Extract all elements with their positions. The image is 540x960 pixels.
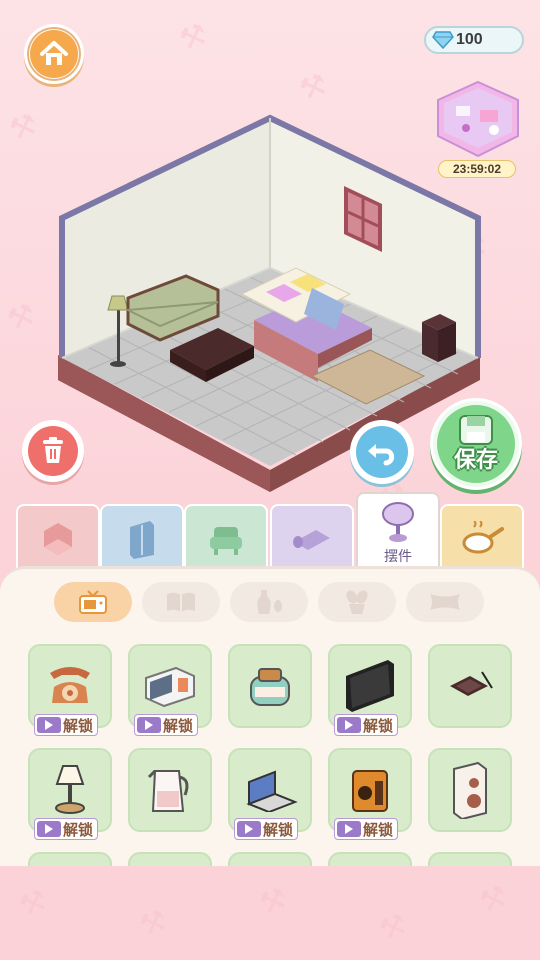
tab-decor-label: 摆件	[384, 548, 412, 564]
unlock-label: 解锁	[163, 717, 194, 735]
unlock-badge[interactable]: 解锁	[34, 818, 99, 840]
delete-button[interactable]	[22, 420, 84, 482]
unlock-label: 解锁	[363, 821, 394, 839]
tab-decor[interactable]: 摆件	[356, 492, 440, 574]
subtab-vases[interactable]	[230, 582, 308, 622]
nightstand	[422, 314, 456, 362]
gem-counter[interactable]: 100	[424, 26, 524, 54]
undo-arrow-icon	[368, 444, 395, 466]
undo-button[interactable]	[350, 420, 414, 484]
video-play-icon	[137, 717, 161, 733]
save-label: 保存	[453, 447, 498, 472]
book-icon	[167, 592, 195, 612]
tab-room-shape[interactable]	[16, 504, 100, 574]
armchair-icon	[210, 527, 242, 555]
plant-icon	[346, 590, 368, 614]
unlock-badge[interactable]: 解锁	[134, 714, 199, 736]
subtab-plants[interactable]	[318, 582, 396, 622]
video-play-icon	[337, 821, 361, 837]
unlock-label: 解锁	[263, 821, 294, 839]
tab-kitchen[interactable]	[440, 504, 524, 574]
vase-icon	[257, 590, 282, 614]
save-button[interactable]: 保存	[430, 398, 522, 490]
laptop-icon	[246, 770, 298, 812]
video-play-icon	[337, 717, 361, 733]
tablet-icon	[450, 671, 493, 696]
home-button[interactable]	[24, 24, 84, 84]
unlock-label: 解锁	[363, 717, 394, 735]
rug-icon	[293, 530, 330, 550]
subtab-pillows[interactable]	[406, 582, 484, 622]
tab-rugs[interactable]	[270, 504, 354, 574]
item-kettle[interactable]	[128, 748, 212, 832]
frying-pan-icon	[462, 521, 504, 554]
tab-seating[interactable]	[184, 504, 268, 574]
gem-count: 100	[456, 31, 483, 48]
telephone-icon	[50, 667, 90, 703]
subtab-books[interactable]	[142, 582, 220, 622]
item-speaker[interactable]	[428, 748, 512, 832]
television-icon	[346, 660, 394, 712]
table-lamp-icon	[382, 502, 414, 542]
table-lamp-icon	[55, 765, 85, 814]
pillow-icon	[430, 594, 460, 610]
video-play-icon	[37, 717, 61, 733]
diamond-icon	[432, 31, 454, 49]
toaster-icon	[250, 668, 290, 706]
microwave-icon	[145, 666, 195, 708]
home-icon	[40, 41, 68, 65]
tv-icon	[79, 590, 107, 614]
unlock-badge[interactable]: 解锁	[34, 714, 99, 736]
wardrobe-icon	[130, 521, 154, 559]
video-play-icon	[37, 821, 61, 837]
speaker-icon	[453, 761, 487, 819]
unlock-badge[interactable]: 解锁	[234, 818, 299, 840]
item-tablet[interactable]	[428, 644, 512, 728]
bottom-background: ⚒ ⚒ ⚒ ⚒ ⚒	[0, 866, 540, 960]
room-shape-icon	[44, 523, 72, 555]
unlock-badge[interactable]: 解锁	[334, 714, 399, 736]
tab-storage[interactable]	[100, 504, 184, 574]
video-play-icon	[237, 821, 261, 837]
unlock-label: 解锁	[63, 717, 94, 735]
subtab-electronics[interactable]	[54, 582, 132, 622]
item-toaster[interactable]	[228, 644, 312, 728]
kettle-icon	[147, 769, 189, 812]
unlock-label: 解锁	[63, 821, 94, 839]
unlock-badge[interactable]: 解锁	[334, 818, 399, 840]
radio-icon	[352, 770, 388, 812]
trash-icon	[43, 437, 63, 463]
